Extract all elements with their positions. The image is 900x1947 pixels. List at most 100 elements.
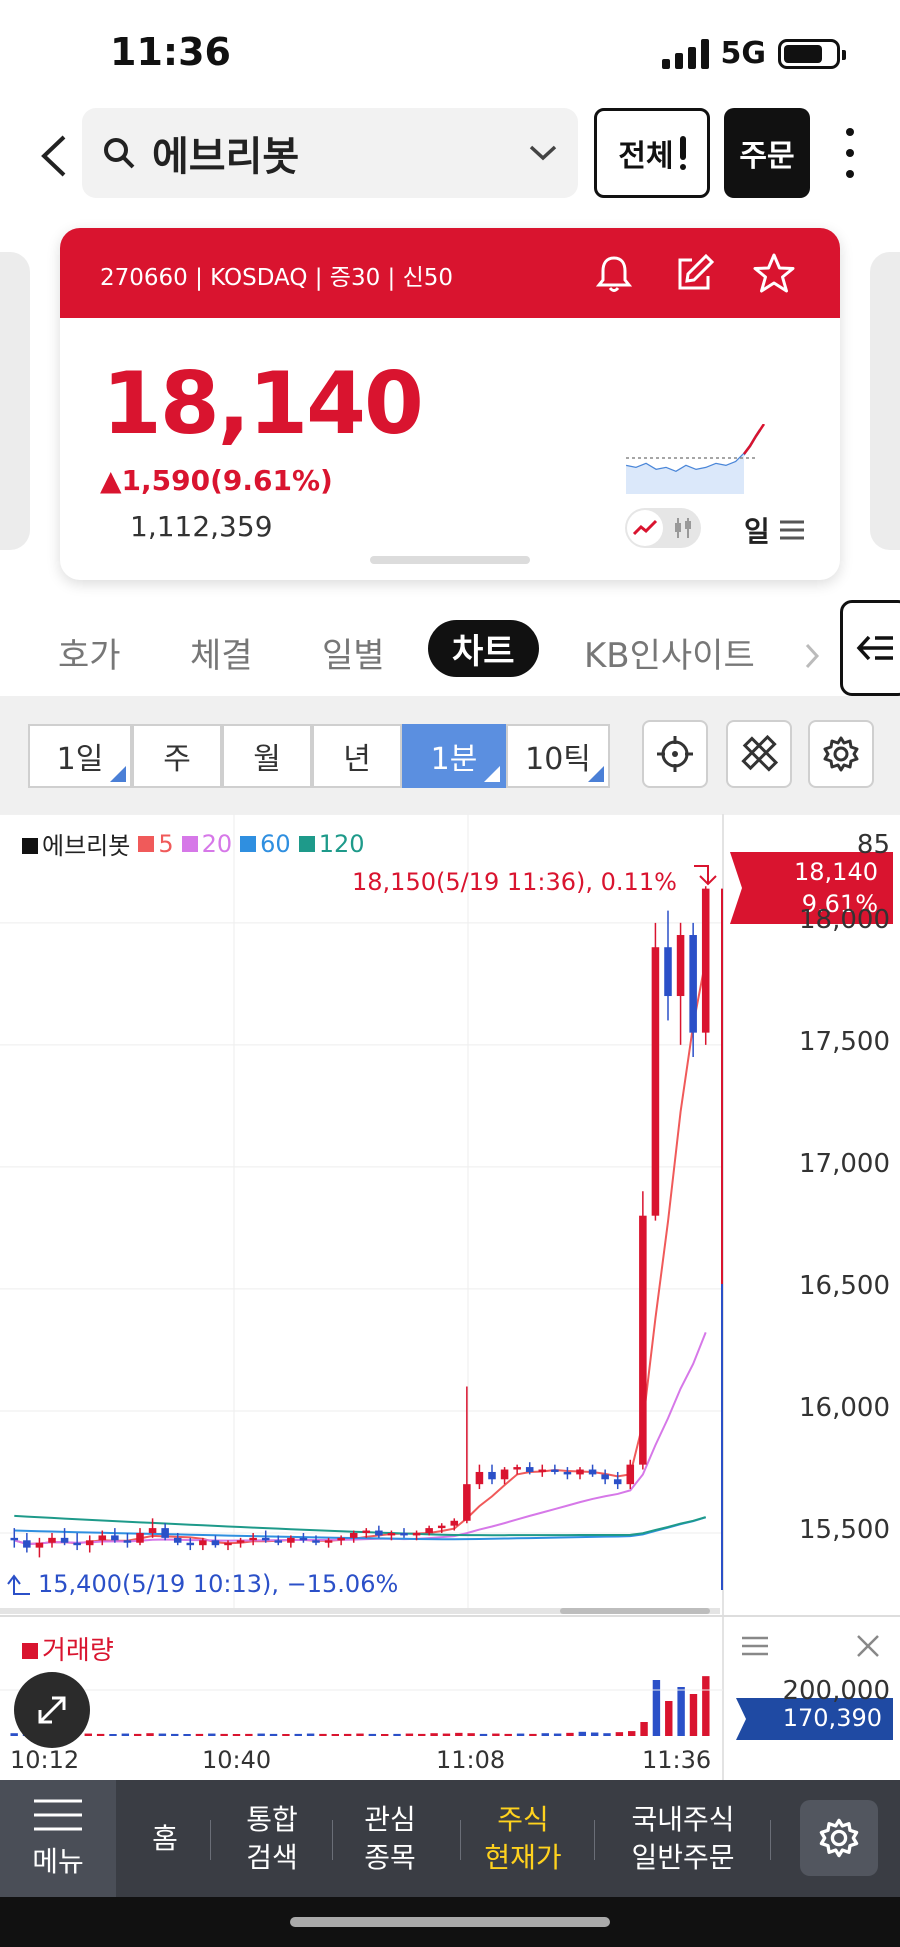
candle [576,1467,584,1480]
period-year[interactable]: 년 [312,724,402,788]
expand-icon [38,1696,66,1724]
y-tick-label: 17,000 [799,1148,890,1179]
volume-bar [479,1733,488,1736]
volume-bar [319,1733,327,1736]
chart-type-toggle[interactable] [625,508,701,548]
chevron-right-icon [805,643,820,669]
mini-price-chart [626,424,766,494]
chart-toolbar: 1일 주 월 년 1분 10틱 [0,696,900,814]
info-tabs: 호가 체결 일별 차트 KB인사이트 [0,614,900,694]
volume-y-tick: 200,000 [782,1676,890,1706]
period-week[interactable]: 주 [132,724,222,788]
gear-icon [823,736,859,772]
candle [148,1518,157,1538]
battery-icon [778,38,846,69]
card-drag-handle[interactable] [370,556,530,564]
nav-label: 통합 검색 [246,1802,298,1874]
volume-bar [442,1733,451,1736]
period-selector[interactable]: 일 [744,510,804,550]
next-card-peek[interactable] [870,252,900,550]
candle-icon [675,518,691,538]
crosshair-button[interactable] [642,720,708,788]
y-tick-clipped: 85 [856,830,890,860]
volume-bar [393,1733,401,1736]
volume-bar [516,1733,525,1736]
volume-bar [208,1733,216,1736]
close-icon[interactable] [854,1632,882,1660]
chevron-down-icon[interactable] [528,143,558,163]
nav-label: 관심 종목 [364,1802,416,1874]
nav-home[interactable]: 홈 [130,1780,200,1897]
collapse-panel-button[interactable] [840,600,900,696]
edit-icon[interactable] [670,250,718,298]
volume-bar [467,1733,475,1736]
volume-bar [195,1733,204,1736]
candle [48,1532,56,1548]
drawing-tools-button[interactable] [726,720,792,788]
volume-bar [257,1733,265,1736]
menu-button[interactable]: 메뉴 [0,1780,116,1897]
settings-button[interactable] [800,1800,878,1876]
y-tick-label: 16,500 [799,1270,890,1301]
tab-kb-insight[interactable]: KB인사이트 [584,628,755,677]
volume-bar [294,1733,302,1736]
tab-chart[interactable]: 차트 [428,620,539,677]
nav-watchlist[interactable]: 관심 종목 [340,1780,440,1897]
current-price: 18,140 [102,354,424,454]
volume-bar [269,1733,278,1736]
back-button[interactable] [30,128,76,184]
volume-bar [603,1733,611,1736]
menu-label: 메뉴 [32,1844,84,1878]
volume-label: 거래량 [42,1636,114,1666]
tab-execution[interactable]: 체결 [190,628,253,677]
tab-hoga[interactable]: 호가 [58,628,121,677]
line-chart-icon [627,510,663,546]
more-menu-icon[interactable] [840,128,860,178]
nav-domestic-order[interactable]: 국내주식 일반주문 [610,1780,756,1897]
period-1day[interactable]: 1일 [28,724,132,788]
volume-bar [84,1733,92,1736]
search-icon [104,138,135,169]
period-10tick[interactable]: 10틱 [506,724,610,788]
volume-bar [331,1734,340,1736]
ma20-line [14,1331,707,1545]
volume-bar [183,1734,191,1736]
candle [588,1464,597,1477]
period-month[interactable]: 월 [222,724,312,788]
expand-chart-button[interactable] [14,1672,90,1748]
order-button[interactable]: 주문 [724,108,810,198]
volume-bar [282,1734,290,1736]
volume-bar [430,1733,438,1736]
bell-icon[interactable] [590,250,638,298]
candle [249,1532,257,1546]
high-annotation: 18,150(5/19 11:36), 0.11% [352,868,677,896]
nav-integrated-search[interactable]: 통합 검색 [222,1780,322,1897]
chart-settings-button[interactable] [808,720,874,788]
price-chart[interactable]: 에브리봇 5 20 60 120 85 18,140 9.61% 18,000 … [0,814,900,1780]
collapse-menu-icon [856,635,893,661]
nav-stock-price[interactable]: 주식 현재가 [470,1780,576,1897]
hamburger-icon [34,1799,82,1830]
tab-daily[interactable]: 일별 [322,628,385,677]
y-tick-label: 15,500 [799,1514,890,1545]
current-volume-label: 170,390 [782,1704,882,1732]
period-1min[interactable]: 1분 [402,724,506,788]
candle [35,1537,44,1558]
volume-bar [356,1733,364,1736]
menu-icon[interactable] [740,1634,770,1658]
volume-bar [133,1733,142,1736]
volume-bar [665,1701,673,1736]
volume-bar [640,1722,648,1736]
list-icon [779,520,804,540]
candle [211,1535,220,1548]
prev-card-peek[interactable] [0,252,30,550]
nav-label: 주식 현재가 [484,1802,562,1874]
star-icon[interactable] [750,250,798,298]
stock-search-box[interactable]: 에브리봇 [82,108,578,198]
all-button[interactable]: 전체 [594,108,710,198]
volume-bar [702,1676,710,1736]
volume-bar [418,1733,426,1736]
candle [613,1471,622,1490]
ruler-pencil-icon [741,734,779,772]
ma5-line [14,959,707,1545]
